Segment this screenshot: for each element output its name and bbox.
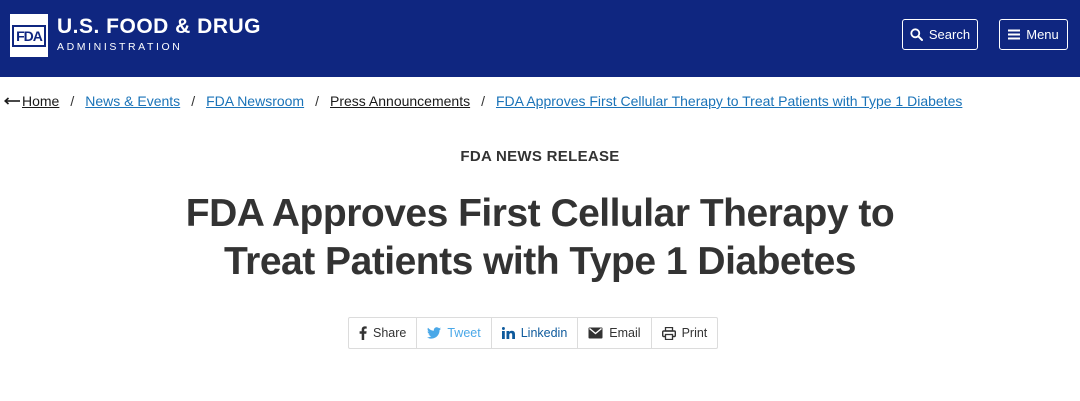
menu-button[interactable]: Menu (999, 19, 1068, 50)
fda-logo-text: FDA (12, 24, 46, 47)
breadcrumb-separator: / (481, 93, 485, 109)
breadcrumb-home[interactable]: Home (22, 93, 59, 109)
facebook-icon (359, 326, 367, 340)
linkedin-share-label: Linkedin (520, 326, 568, 340)
breadcrumb-separator: / (70, 93, 75, 109)
print-label: Print (681, 326, 708, 340)
agency-name[interactable]: U.S. FOOD & DRUG (57, 15, 261, 39)
site-header: FDA U.S. FOOD & DRUG ADMINISTRATION Sear… (0, 0, 1080, 77)
page-title-line-2: Treat Patients with Type 1 Diabetes (224, 240, 856, 283)
facebook-share-button[interactable]: Share (349, 318, 418, 348)
breadcrumb-press-announcements[interactable]: Press Announcements (330, 93, 470, 109)
agency-subtitle: ADMINISTRATION (57, 41, 183, 53)
hamburger-icon (1008, 29, 1021, 40)
breadcrumb-current-page[interactable]: FDA Approves First Cellular Therapy to T… (496, 93, 962, 109)
left-arrow-icon (4, 97, 20, 105)
print-button[interactable]: Print (652, 318, 718, 348)
fda-logo[interactable]: FDA (10, 14, 48, 57)
email-share-label: Email (609, 326, 641, 340)
breadcrumb: Home / News & Events / FDA Newsroom / Pr… (4, 91, 962, 111)
twitter-share-button[interactable]: Tweet (417, 318, 492, 348)
search-button[interactable]: Search (902, 19, 978, 50)
page-title-line-1: FDA Approves First Cellular Therapy to (185, 192, 895, 235)
breadcrumb-news-events[interactable]: News & Events (85, 93, 180, 109)
breadcrumb-separator: / (191, 93, 196, 109)
news-release-label: FDA NEWS RELEASE (460, 148, 620, 165)
envelope-icon (588, 327, 603, 339)
facebook-share-label: Share (373, 326, 407, 340)
printer-icon (661, 326, 676, 340)
linkedin-icon (501, 327, 515, 339)
twitter-icon (427, 327, 442, 339)
twitter-share-label: Tweet (447, 326, 481, 340)
breadcrumb-fda-newsroom[interactable]: FDA Newsroom (206, 93, 304, 109)
search-icon (910, 28, 923, 41)
share-toolbar: Share Tweet Linkedin Email Print (348, 317, 719, 349)
email-share-button[interactable]: Email (578, 318, 652, 348)
page-title: FDA Approves First Cellular Therapy to T… (140, 190, 940, 286)
breadcrumb-separator: / (315, 93, 319, 109)
search-button-label: Search (928, 27, 971, 42)
linkedin-share-button[interactable]: Linkedin (492, 318, 579, 348)
menu-button-label: Menu (1026, 27, 1059, 42)
